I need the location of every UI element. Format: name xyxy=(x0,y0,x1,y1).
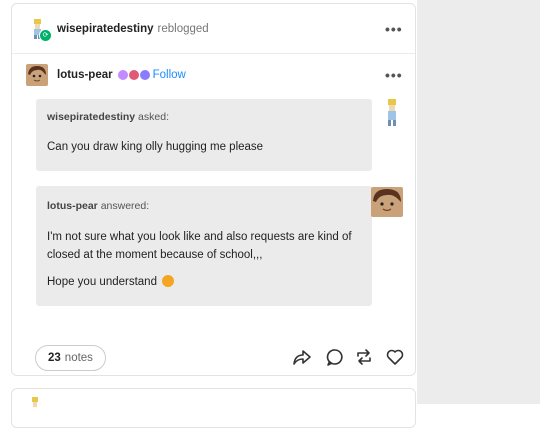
ask-question: Can you draw king olly hugging me please xyxy=(47,141,264,153)
answered-label: answered: xyxy=(100,200,150,212)
badge-icon xyxy=(117,69,128,80)
reblog-more-button[interactable]: ••• xyxy=(385,21,403,37)
answer-header: lotus-pear answered: xyxy=(47,200,149,212)
author-row: lotus-pear Follow xyxy=(26,64,186,86)
answer-bubble: lotus-pear answered: I'm not sure what y… xyxy=(36,186,372,306)
author-avatar[interactable] xyxy=(26,64,48,86)
post-more-button[interactable]: ••• xyxy=(385,67,403,83)
reblog-badge-icon: ⟳ xyxy=(39,29,52,42)
asker-avatar[interactable] xyxy=(385,99,399,129)
ask-bubble: wisepiratedestiny asked: Can you draw ki… xyxy=(36,99,372,171)
reblogger-username[interactable]: wisepiratedestiny xyxy=(57,23,154,35)
like-icon[interactable] xyxy=(385,347,405,367)
next-post-card xyxy=(11,388,416,428)
asker-username[interactable]: wisepiratedestiny xyxy=(47,111,135,123)
badge-icon xyxy=(139,69,150,80)
asked-label: asked: xyxy=(138,111,169,123)
reblogged-label: reblogged xyxy=(157,23,209,35)
badge-icon xyxy=(128,69,139,80)
author-badges xyxy=(117,66,150,84)
share-icon[interactable] xyxy=(292,347,312,367)
next-post-avatar[interactable] xyxy=(29,397,41,407)
post-card: ⟳ wisepiratedestiny reblogged ••• lotus-… xyxy=(11,3,416,376)
answer-paragraph-2-text: Hope you understand xyxy=(47,276,157,288)
notes-count: 23 xyxy=(48,352,61,364)
reblogger-avatar[interactable]: ⟳ xyxy=(29,18,52,42)
sad-face-emoji xyxy=(162,275,175,287)
answer-paragraph-2: Hope you understand xyxy=(47,273,358,291)
answer-paragraph-1: I'm not sure what you look like and also… xyxy=(47,231,352,261)
notes-button[interactable]: 23 notes xyxy=(35,345,106,371)
author-username[interactable]: lotus-pear xyxy=(57,69,113,81)
header-divider xyxy=(12,53,415,54)
ask-header: wisepiratedestiny asked: xyxy=(47,111,169,123)
right-sidebar xyxy=(417,0,540,404)
answerer-username[interactable]: lotus-pear xyxy=(47,200,98,212)
notes-label: notes xyxy=(64,352,93,364)
answerer-avatar[interactable] xyxy=(371,187,403,217)
reblog-icon[interactable] xyxy=(354,347,374,367)
reply-icon[interactable] xyxy=(325,347,345,367)
follow-button[interactable]: Follow xyxy=(153,69,186,81)
reblog-header: ⟳ wisepiratedestiny reblogged xyxy=(29,18,209,42)
